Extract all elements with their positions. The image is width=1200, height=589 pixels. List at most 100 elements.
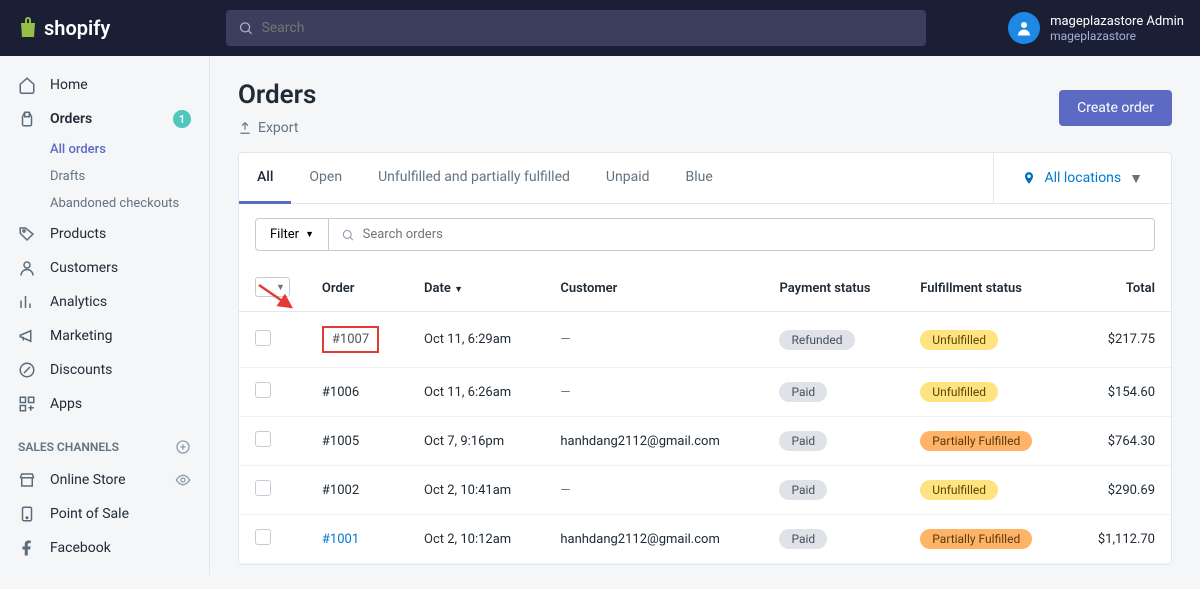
- tab-unpaid[interactable]: Unpaid: [588, 153, 668, 203]
- global-search[interactable]: [226, 10, 926, 46]
- bar-chart-icon: [18, 293, 36, 311]
- order-total: $154.60: [1069, 368, 1171, 417]
- nav-marketing[interactable]: Marketing: [0, 319, 209, 353]
- export-icon: [238, 121, 252, 135]
- order-total: $290.69: [1069, 466, 1171, 515]
- profile-menu[interactable]: mageplazastore Admin mageplazastore: [1008, 12, 1184, 44]
- avatar: [1008, 12, 1040, 44]
- topbar: shopify mageplazastore Admin mageplazast…: [0, 0, 1200, 56]
- apps-icon: [18, 395, 36, 413]
- table-row[interactable]: #1005 Oct 7, 9:16pm hanhdang2112@gmail.c…: [239, 417, 1171, 466]
- col-total[interactable]: Total: [1069, 265, 1171, 312]
- eye-icon[interactable]: [175, 472, 191, 488]
- nav-pos[interactable]: Point of Sale: [0, 497, 209, 531]
- order-number[interactable]: #1005: [322, 434, 359, 449]
- order-number-highlighted[interactable]: #1007: [322, 326, 379, 353]
- facebook-icon: [18, 539, 36, 557]
- locations-selector[interactable]: All locations ▼: [993, 153, 1171, 203]
- payment-status-badge: Paid: [779, 480, 827, 500]
- profile-text: mageplazastore Admin mageplazastore: [1050, 14, 1184, 43]
- add-channel-icon[interactable]: [175, 439, 191, 455]
- filter-button[interactable]: Filter ▼: [255, 218, 329, 251]
- page-header: Orders Export Create order: [238, 80, 1172, 136]
- orders-card: All Open Unfulfilled and partially fulfi…: [238, 152, 1172, 565]
- order-total: $764.30: [1069, 417, 1171, 466]
- row-checkbox[interactable]: [255, 480, 271, 496]
- order-number[interactable]: #1002: [322, 483, 359, 498]
- tab-blue[interactable]: Blue: [668, 153, 731, 203]
- nav-all-orders[interactable]: All orders: [0, 136, 209, 163]
- table-row[interactable]: #1006 Oct 11, 6:26am — Paid Unfulfilled …: [239, 368, 1171, 417]
- nav-discounts[interactable]: Discounts: [0, 353, 209, 387]
- export-button[interactable]: Export: [238, 120, 316, 136]
- tab-unfulfilled[interactable]: Unfulfilled and partially fulfilled: [360, 153, 588, 203]
- row-checkbox[interactable]: [255, 330, 271, 346]
- search-orders[interactable]: [329, 218, 1155, 251]
- col-order[interactable]: Order: [306, 265, 408, 312]
- orders-table: ▼ Order Date ▼ Customer Payment status F…: [239, 265, 1171, 564]
- table-row[interactable]: #1007 Oct 11, 6:29am — Refunded Unfulfil…: [239, 312, 1171, 368]
- search-input[interactable]: [261, 20, 914, 36]
- col-checkbox: ▼: [239, 265, 306, 312]
- pos-icon: [18, 505, 36, 523]
- order-date: Oct 2, 10:12am: [408, 515, 544, 564]
- search-orders-input[interactable]: [363, 227, 1142, 242]
- nav-apps[interactable]: Apps: [0, 387, 209, 421]
- order-date: Oct 11, 6:29am: [408, 312, 544, 368]
- col-date[interactable]: Date ▼: [408, 265, 544, 312]
- order-date: Oct 7, 9:16pm: [408, 417, 544, 466]
- customer-empty: —: [560, 385, 570, 400]
- table-row[interactable]: #1001 Oct 2, 10:12am hanhdang2112@gmail.…: [239, 515, 1171, 564]
- sort-caret-icon: ▼: [454, 285, 463, 295]
- avatar-icon: [1015, 19, 1033, 37]
- chevron-down-icon: ▼: [1129, 170, 1143, 187]
- sales-channels-label: SALES CHANNELS: [0, 421, 209, 463]
- home-icon: [18, 76, 36, 94]
- sidebar: Home Orders 1 All orders Drafts Abandone…: [0, 56, 210, 575]
- user-icon: [18, 259, 36, 277]
- fulfillment-status-badge: Unfulfilled: [920, 330, 998, 350]
- profile-store: mageplazastore: [1050, 29, 1184, 43]
- order-number[interactable]: #1001: [322, 532, 359, 547]
- caret-down-icon: ▼: [305, 229, 314, 240]
- customer-empty: —: [560, 332, 570, 347]
- create-order-button[interactable]: Create order: [1059, 90, 1172, 126]
- col-payment[interactable]: Payment status: [763, 265, 904, 312]
- fulfillment-status-badge: Partially Fulfilled: [920, 431, 1032, 451]
- customer-empty: —: [560, 483, 570, 498]
- table-row[interactable]: #1002 Oct 2, 10:41am — Paid Unfulfilled …: [239, 466, 1171, 515]
- nav-home[interactable]: Home: [0, 68, 209, 102]
- order-total: $1,112.70: [1069, 515, 1171, 564]
- row-checkbox[interactable]: [255, 431, 271, 447]
- store-icon: [18, 471, 36, 489]
- payment-status-badge: Paid: [779, 431, 827, 451]
- search-icon: [341, 228, 355, 242]
- row-checkbox[interactable]: [255, 529, 271, 545]
- fulfillment-status-badge: Unfulfilled: [920, 480, 998, 500]
- nav-online-store[interactable]: Online Store: [0, 463, 209, 497]
- discount-icon: [18, 361, 36, 379]
- tab-open[interactable]: Open: [291, 153, 360, 203]
- nav-drafts[interactable]: Drafts: [0, 163, 209, 190]
- nav-customers[interactable]: Customers: [0, 251, 209, 285]
- nav-analytics[interactable]: Analytics: [0, 285, 209, 319]
- profile-name: mageplazastore Admin: [1050, 14, 1184, 29]
- main-content: Orders Export Create order All Open Unfu…: [210, 56, 1200, 589]
- fulfillment-status-badge: Unfulfilled: [920, 382, 998, 402]
- nav-abandoned[interactable]: Abandoned checkouts: [0, 190, 209, 217]
- order-number[interactable]: #1006: [322, 385, 359, 400]
- select-all-checkbox[interactable]: ▼: [255, 277, 290, 297]
- col-fulfillment[interactable]: Fulfillment status: [904, 265, 1069, 312]
- col-customer[interactable]: Customer: [544, 265, 763, 312]
- tag-icon: [18, 225, 36, 243]
- nav-orders[interactable]: Orders 1: [0, 102, 209, 136]
- logo[interactable]: shopify: [16, 16, 226, 40]
- tab-all[interactable]: All: [239, 153, 291, 204]
- filters-row: Filter ▼: [239, 204, 1171, 265]
- row-checkbox[interactable]: [255, 382, 271, 398]
- customer-email: hanhdang2112@gmail.com: [560, 434, 720, 449]
- tabs: All Open Unfulfilled and partially fulfi…: [239, 153, 1171, 204]
- nav-facebook[interactable]: Facebook: [0, 531, 209, 565]
- order-date: Oct 2, 10:41am: [408, 466, 544, 515]
- nav-products[interactable]: Products: [0, 217, 209, 251]
